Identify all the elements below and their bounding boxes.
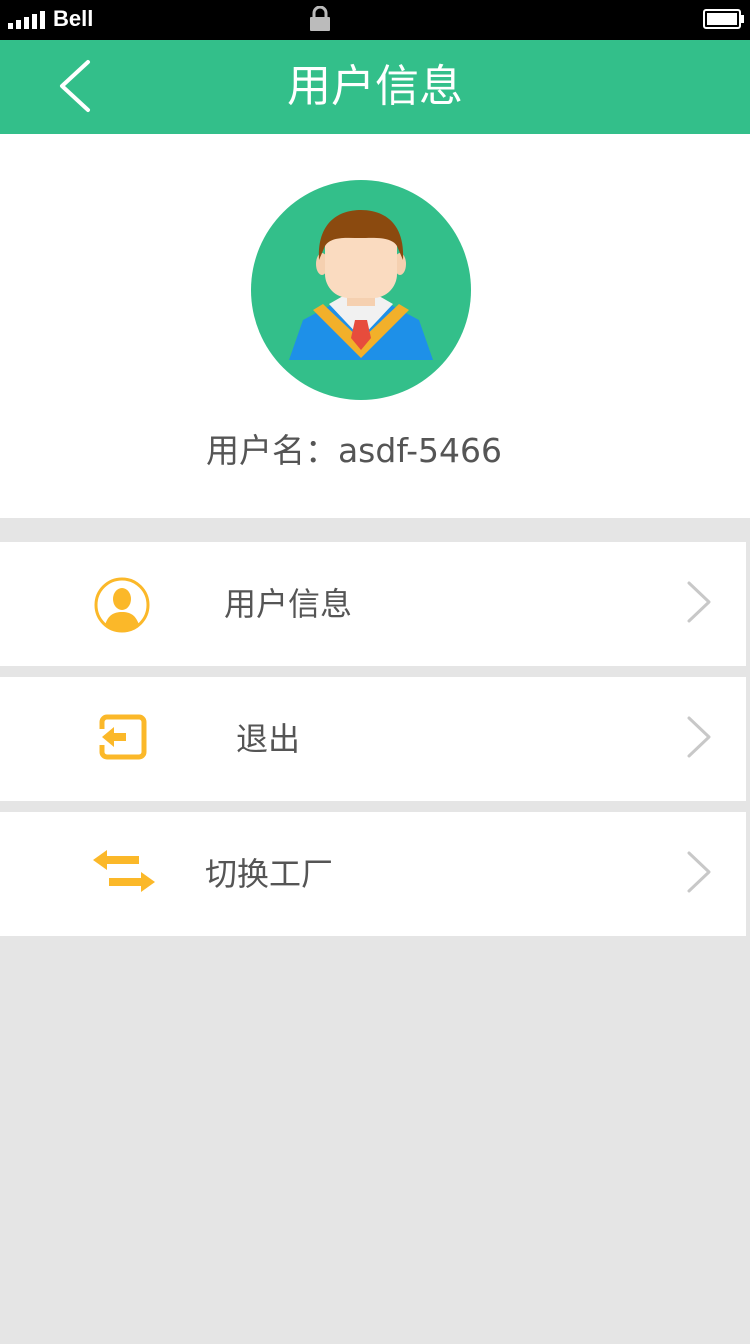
nav-bar: 用户信息: [0, 40, 750, 134]
user-icon: [94, 577, 150, 633]
switch-icon: [93, 850, 155, 892]
profile-card: 用户名：asdf-5466: [0, 134, 750, 518]
username-label: 用户名：asdf-5466: [205, 431, 503, 470]
chevron-right-icon: [687, 581, 711, 623]
chevron-right-icon: [687, 851, 711, 893]
page-title: 用户信息: [287, 61, 463, 112]
signal-strength-icon: [8, 9, 45, 29]
menu-item-logout[interactable]: 退出: [0, 677, 746, 801]
status-bar: Bell: [0, 0, 750, 40]
battery-icon: [703, 9, 744, 29]
menu-item-label: 退出: [236, 720, 301, 758]
lock-icon: [310, 6, 330, 31]
avatar: [251, 180, 471, 400]
menu-item-user-info[interactable]: 用户信息: [0, 542, 746, 666]
menu-item-label: 用户信息: [224, 585, 353, 623]
menu-item-switch-factory[interactable]: 切换工厂: [0, 812, 746, 936]
carrier-name: Bell: [53, 6, 94, 31]
chevron-right-icon: [687, 716, 711, 758]
logout-icon: [98, 714, 147, 760]
menu-item-label: 切换工厂: [205, 855, 334, 893]
